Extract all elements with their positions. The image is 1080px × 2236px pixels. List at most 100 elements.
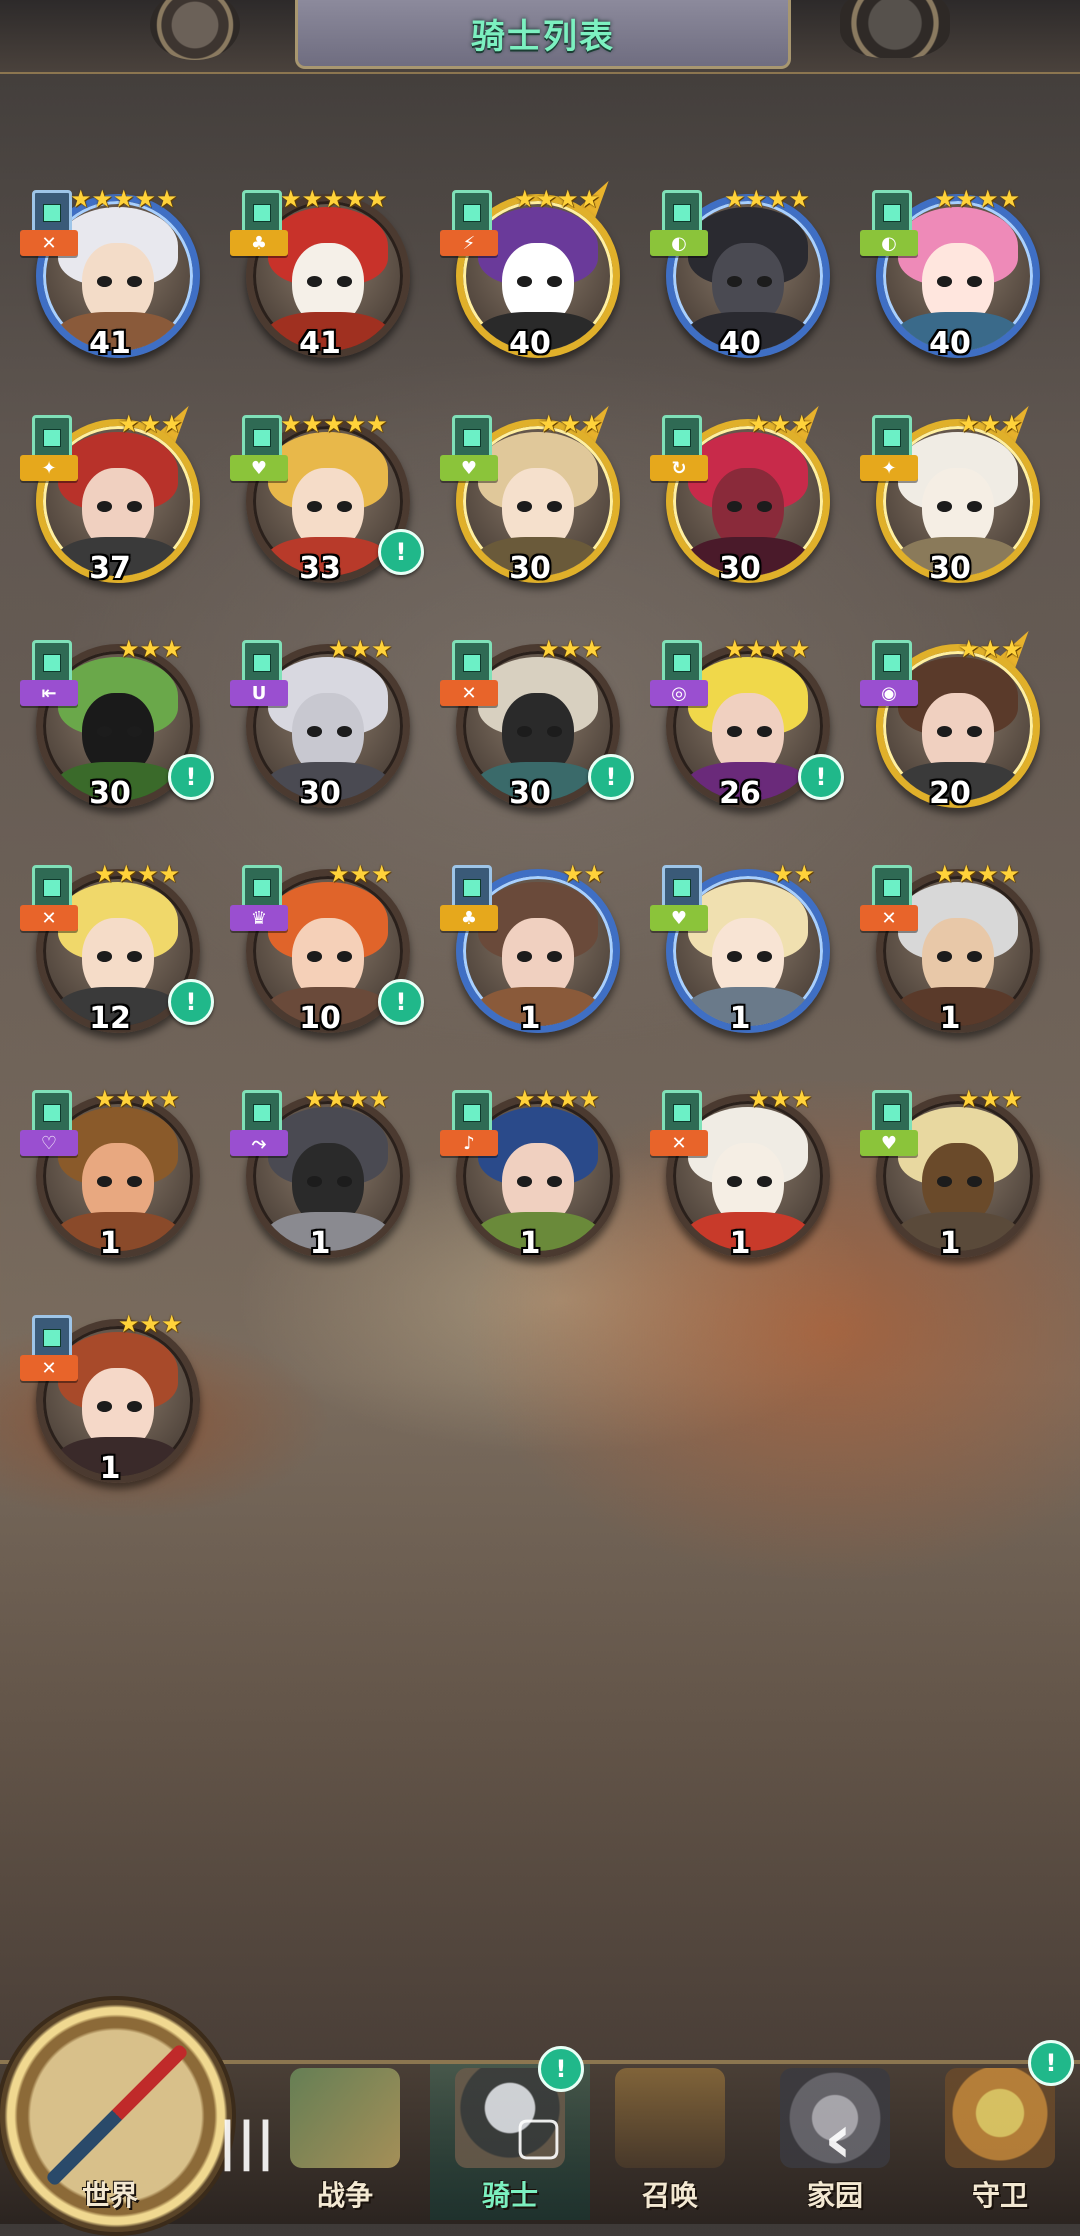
home-button[interactable]: ▢ [514, 2106, 563, 2166]
star-icon: ★ [344, 410, 367, 438]
star-icon: ★ [158, 1085, 181, 1113]
hero-card[interactable]: ✕ ★ ★ ★ ★ 1 [860, 855, 1050, 1055]
star-rating: ★ ★ ★ ★ [94, 861, 180, 887]
star-icon: ★ [562, 860, 584, 888]
star-rating: ★ ★ ★ [958, 1086, 1023, 1112]
hero-card[interactable]: ◉ ★ ★ ★ 20 [860, 620, 1050, 830]
star-rating: ★ ★ ★ ★ ★ [280, 411, 388, 437]
hero-card[interactable]: ⤳ ★ ★ ★ ★ 1 [230, 1080, 420, 1280]
star-icon: ★ [70, 185, 92, 213]
hero-card[interactable]: U ★ ★ ★ 30 [230, 630, 420, 830]
hero-card[interactable]: ✦ ★ ★ ★ 37 [20, 395, 210, 605]
hero-card[interactable]: ♡ ★ ★ ★ ★ 1 [20, 1080, 210, 1280]
role-badge-icon: ◉ [860, 680, 918, 706]
hero-level: 30 [719, 551, 761, 586]
star-icon: ★ [301, 185, 324, 213]
guard-portrait-icon [945, 2068, 1055, 2168]
hero-card[interactable]: ✕ ★ ★ ★ 1 [20, 1305, 210, 1505]
role-badge-icon: ♥ [230, 455, 288, 481]
star-icon: ★ [958, 635, 980, 663]
hero-card[interactable]: ♪ ★ ★ ★ ★ 1 [440, 1080, 630, 1280]
hero-level: 41 [299, 326, 341, 361]
star-icon: ★ [115, 860, 138, 888]
star-icon: ★ [280, 185, 302, 213]
hero-card[interactable]: ⚡ ★ ★ ★ ★ 40 [440, 170, 630, 380]
star-icon: ★ [998, 185, 1021, 213]
hero-card[interactable]: ✕ ★ ★ ★ 1 [650, 1080, 840, 1280]
star-icon: ★ [557, 1085, 579, 1113]
pipe-decoration-icon [840, 0, 950, 58]
star-icon: ★ [139, 635, 162, 663]
star-icon: ★ [349, 860, 372, 888]
star-icon: ★ [979, 410, 1002, 438]
star-icon: ★ [328, 635, 350, 663]
hero-card[interactable]: ♣ ★ ★ ★ ★ ★ 41 [230, 180, 420, 380]
role-badge-icon: ↻ [650, 455, 708, 481]
star-icon: ★ [745, 635, 768, 663]
star-icon: ★ [134, 185, 157, 213]
nav-summon[interactable]: 召唤 [595, 2060, 745, 2220]
hero-level: 1 [519, 1226, 541, 1261]
star-icon: ★ [94, 1085, 116, 1113]
hero-card[interactable]: ✕ ★ ★ ★ ★ 12! [20, 855, 214, 1055]
star-rating: ★ ★ ★ ★ [724, 186, 810, 212]
star-icon: ★ [934, 185, 956, 213]
top-bar: 骑士列表 [0, 0, 1080, 74]
star-rating: ★ ★ [562, 861, 605, 887]
hero-level: 41 [89, 326, 131, 361]
star-icon: ★ [535, 1085, 558, 1113]
star-icon: ★ [788, 185, 811, 213]
star-icon: ★ [344, 185, 367, 213]
star-rating: ★ ★ ★ [118, 411, 183, 437]
star-rating: ★ ★ ★ [328, 861, 393, 887]
star-rating: ★ ★ ★ [118, 1311, 183, 1337]
hero-card[interactable]: ♥ ★ ★ ★ 30 [440, 395, 630, 605]
star-rating: ★ ★ ★ [538, 411, 603, 437]
hero-card[interactable]: ⇤ ★ ★ ★ 30! [20, 630, 214, 830]
star-icon: ★ [301, 410, 324, 438]
knight-alert-badge: ! [538, 2046, 584, 2092]
page-title: 骑士列表 [471, 16, 615, 57]
star-icon: ★ [161, 1310, 183, 1338]
hero-card[interactable]: ◎ ★ ★ ★ ★ 26! [650, 630, 844, 830]
hero-card[interactable]: ✦ ★ ★ ★ 30 [860, 395, 1050, 605]
role-badge-icon: ♥ [440, 455, 498, 481]
hero-card[interactable]: ♥ ★ ★ ★ ★ ★ 33! [230, 405, 424, 605]
upgrade-alert-icon: ! [168, 979, 214, 1025]
role-badge-icon: ♡ [20, 1130, 78, 1156]
hero-card[interactable]: ♣ ★ ★ 1 [440, 855, 630, 1055]
hero-level: 40 [509, 326, 551, 361]
role-badge-icon: ✕ [860, 905, 918, 931]
star-icon: ★ [767, 185, 789, 213]
star-icon: ★ [514, 185, 536, 213]
nav-guard-label: 守卫 [971, 2179, 1028, 2212]
hero-card[interactable]: ♥ ★ ★ 1 [650, 855, 840, 1055]
role-badge-icon: ♪ [440, 1130, 498, 1156]
hero-card[interactable]: ✕ ★ ★ ★ ★ ★ 41 [20, 180, 210, 380]
star-icon: ★ [955, 860, 978, 888]
star-icon: ★ [934, 860, 956, 888]
hero-level: 1 [519, 1001, 541, 1036]
hero-card[interactable]: ◐ ★ ★ ★ ★ 40 [650, 180, 840, 380]
role-badge-icon: ♣ [440, 905, 498, 931]
hero-card[interactable]: ↻ ★ ★ ★ 30 [650, 395, 840, 605]
nav-summon-label: 召唤 [641, 2179, 698, 2212]
nav-war[interactable]: 战争 [270, 2060, 420, 2220]
star-icon: ★ [559, 410, 582, 438]
hero-card[interactable]: ♥ ★ ★ ★ 1 [860, 1080, 1050, 1280]
star-icon: ★ [788, 635, 811, 663]
hero-card[interactable]: ◐ ★ ★ ★ ★ 40 [860, 180, 1050, 380]
upgrade-alert-icon: ! [378, 979, 424, 1025]
back-button[interactable]: ‹ [824, 2100, 852, 2179]
title-plate: 骑士列表 [295, 0, 791, 69]
hero-level: 40 [929, 326, 971, 361]
hero-card[interactable]: ✕ ★ ★ ★ 30! [440, 630, 634, 830]
nav-world[interactable]: 世界 [40, 2060, 180, 2220]
star-icon: ★ [161, 635, 183, 663]
role-badge-icon: ♥ [860, 1130, 918, 1156]
star-icon: ★ [793, 860, 816, 888]
hero-card[interactable]: ♛ ★ ★ ★ 10! [230, 855, 424, 1055]
star-rating: ★ ★ ★ ★ [724, 636, 810, 662]
role-badge-icon: ♛ [230, 905, 288, 931]
recents-button[interactable]: ||| [218, 2112, 275, 2172]
